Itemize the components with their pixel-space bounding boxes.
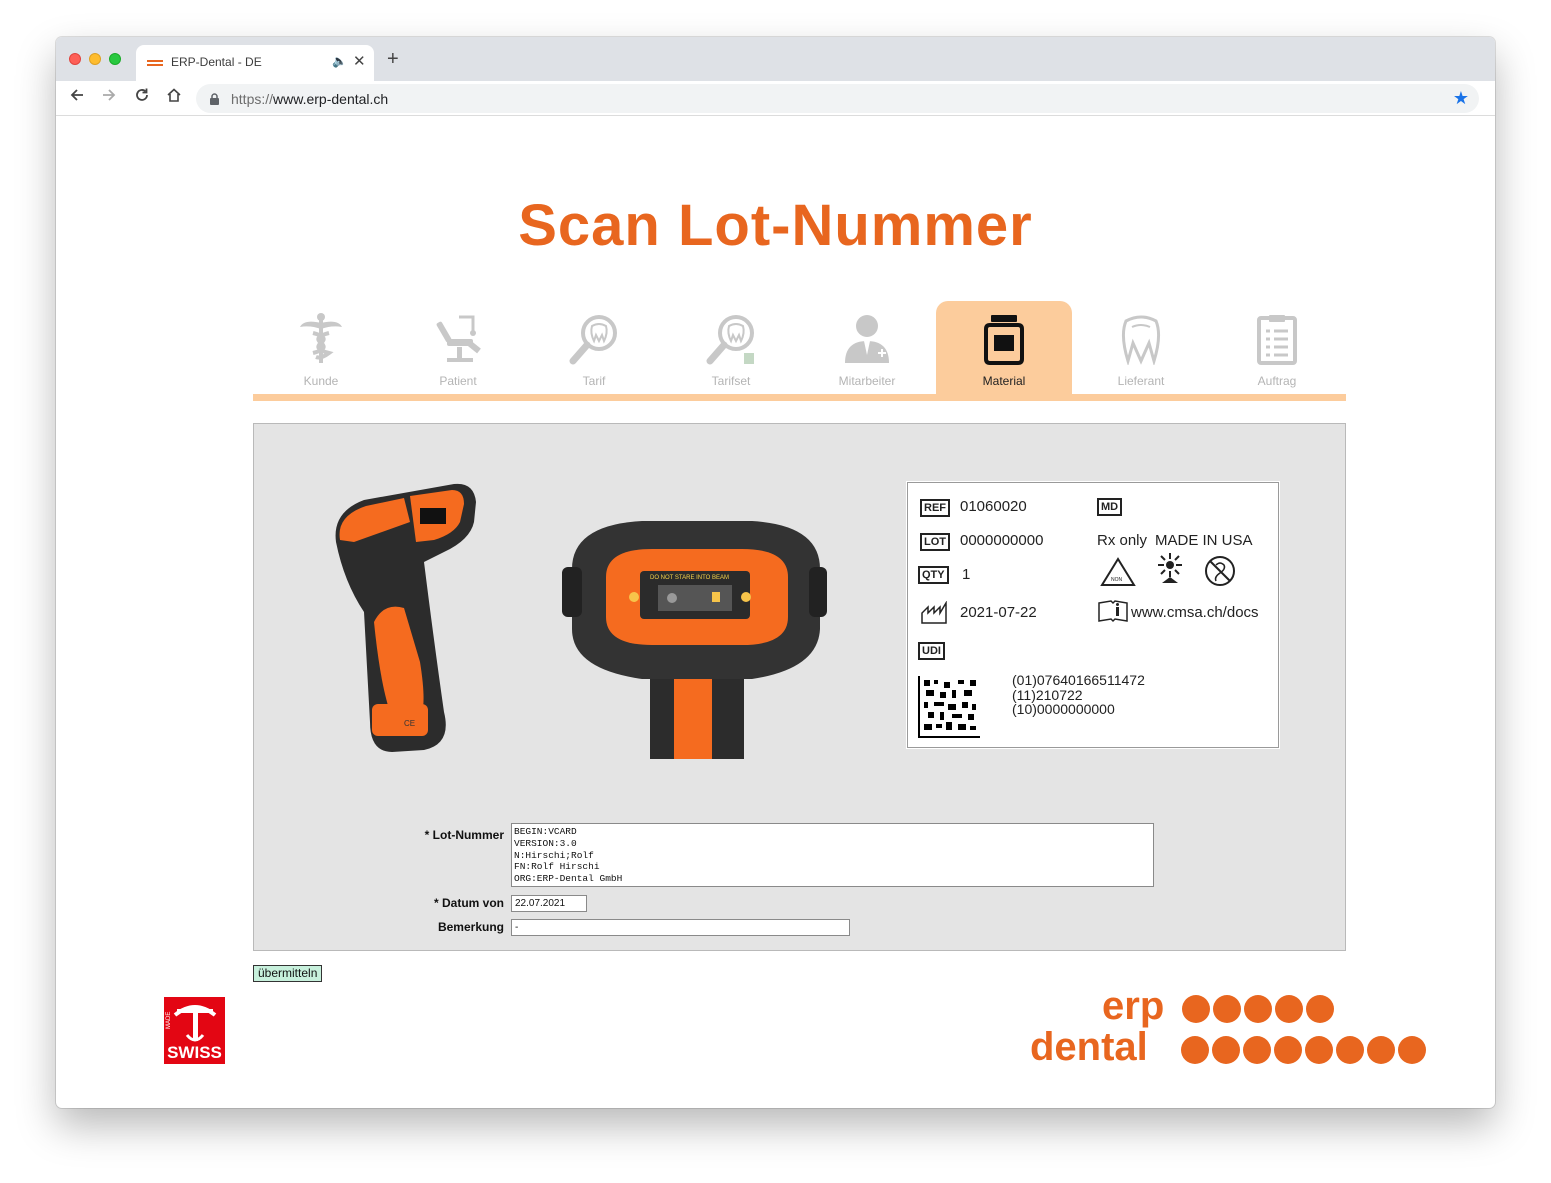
home-icon[interactable]	[166, 87, 182, 106]
date-value: 2021-07-22	[960, 604, 1037, 621]
non-sterile-warning-icon: NON	[1100, 557, 1136, 586]
lot-nummer-textarea[interactable]: BEGIN:VCARD VERSION:3.0 N:Hirschi;Rolf F…	[511, 823, 1154, 887]
udi-line: (01)07640166511472	[1012, 672, 1145, 688]
tab-label: Tarif	[582, 374, 606, 388]
maximize-window-button[interactable]	[109, 53, 121, 65]
tab-kunde[interactable]: Kunde	[253, 301, 389, 397]
datamatrix-code-icon	[918, 676, 980, 738]
brand-dots-row2	[1181, 1036, 1426, 1064]
page-title: Scan Lot-Nummer	[518, 193, 1033, 258]
bookmark-star-icon[interactable]: ★	[1453, 88, 1469, 109]
tab-lieferant[interactable]: Lieferant	[1073, 301, 1209, 397]
speaker-icon[interactable]: 🔈	[332, 54, 347, 68]
tab-tarif[interactable]: Tarif	[526, 301, 662, 397]
docs-url: www.cmsa.ch/docs	[1131, 604, 1259, 621]
brand-dots-row1	[1182, 995, 1334, 1023]
back-arrow-icon[interactable]	[69, 87, 85, 106]
tab-label: Patient	[439, 374, 477, 388]
tab-label: Tarifset	[711, 374, 751, 388]
swiss-made-logo: MADE SWISS	[164, 997, 225, 1064]
qty-symbol: QTY	[918, 566, 949, 584]
keep-away-sunlight-icon	[1158, 553, 1182, 583]
minimize-window-button[interactable]	[89, 53, 101, 65]
md-symbol: MD	[1097, 498, 1123, 516]
bemerkung-input[interactable]: -	[511, 919, 850, 936]
udi-line: (11)210722	[1012, 687, 1083, 703]
tab-label: Mitarbeiter	[838, 374, 896, 388]
tab-mitarbeiter[interactable]: Mitarbeiter	[799, 301, 935, 397]
ref-symbol: REF	[920, 499, 950, 517]
svg-text:CE: CE	[404, 719, 415, 728]
tooth-search-calculator-icon	[706, 315, 754, 365]
manufacture-date-icon	[921, 601, 947, 624]
tab-material[interactable]: Material	[936, 301, 1072, 397]
forward-arrow-icon[interactable]	[101, 87, 117, 106]
rx-only-text: Rx only	[1097, 532, 1148, 549]
tab-underline	[253, 394, 1346, 401]
tab-tarifset[interactable]: Tarifset	[663, 301, 799, 397]
clipboard-icon	[1257, 315, 1297, 365]
page-content: Scan Lot-Nummer Kunde Patient Tarif Tari…	[56, 117, 1495, 1108]
swiss-crossbow-icon	[173, 1005, 217, 1042]
lock-icon	[210, 92, 219, 105]
qty-value: 1	[962, 566, 971, 583]
datum-von-label: * Datum von	[433, 896, 504, 910]
tab-patient[interactable]: Patient	[390, 301, 526, 397]
do-not-reuse-icon	[1205, 556, 1235, 586]
tab-title: ERP-Dental - DE	[171, 55, 262, 69]
tab-auftrag[interactable]: Auftrag	[1209, 301, 1345, 397]
favicon-icon	[147, 60, 163, 66]
consult-instructions-icon	[1098, 600, 1128, 623]
tab-label: Auftrag	[1257, 374, 1297, 388]
url-text: https://www.erp-dental.ch	[231, 91, 389, 107]
reload-icon[interactable]	[134, 87, 150, 106]
tab-bar: ERP-Dental - DE 🔈 ✕ +	[56, 37, 1495, 81]
scan-panel: CE DO NOT STARE INTO BEAM REF 01060020 M…	[253, 423, 1346, 951]
browser-toolbar: https://www.erp-dental.ch ★	[56, 81, 1495, 116]
lot-symbol: LOT	[920, 533, 950, 551]
material-jar-icon	[984, 315, 1024, 365]
new-tab-button[interactable]: +	[387, 49, 399, 69]
made-in-text: MADE IN USA	[1155, 532, 1253, 549]
datum-von-input[interactable]: 22.07.2021	[511, 895, 587, 912]
brand-erp: erp	[1102, 984, 1165, 1028]
caduceus-icon	[300, 313, 342, 363]
swiss-made-text: MADE	[166, 1011, 172, 1029]
ref-value: 01060020	[960, 498, 1027, 515]
svg-text:DO NOT STARE INTO BEAM: DO NOT STARE INTO BEAM	[650, 575, 729, 581]
barcode-scanner-side-image: CE	[335, 483, 476, 752]
browser-tab[interactable]: ERP-Dental - DE 🔈 ✕	[136, 45, 374, 81]
nav-tabs: Kunde Patient Tarif Tarifset Mitarbeiter…	[253, 301, 1346, 401]
bemerkung-label: Bemerkung	[437, 920, 504, 934]
tooth-search-icon	[569, 315, 617, 365]
tooth-outline-icon	[1121, 315, 1161, 365]
address-bar[interactable]: https://www.erp-dental.ch ★	[196, 84, 1479, 113]
udi-symbol: UDI	[918, 642, 945, 660]
browser-window: ERP-Dental - DE 🔈 ✕ + https://www.erp-de…	[56, 37, 1495, 1108]
product-label-card: REF 01060020 MD LOT 0000000000 Rx only M…	[907, 482, 1279, 748]
brand-dental: dental	[1030, 1025, 1148, 1069]
tab-label: Lieferant	[1117, 374, 1165, 388]
barcode-scanner-front-image: DO NOT STARE INTO BEAM	[562, 521, 827, 759]
lot-nummer-label: * Lot-Nummer	[424, 828, 504, 842]
tab-label: Kunde	[303, 374, 339, 388]
close-window-button[interactable]	[69, 53, 81, 65]
svg-text:NON: NON	[1111, 577, 1123, 583]
tab-label: Material	[982, 374, 1026, 388]
udi-line: (10)0000000000	[1012, 701, 1115, 717]
swiss-text: SWISS	[167, 1043, 222, 1062]
close-tab-icon[interactable]: ✕	[353, 52, 366, 70]
submit-button[interactable]: übermitteln	[253, 965, 323, 982]
dental-chair-icon	[436, 315, 481, 362]
staff-person-icon	[845, 315, 889, 363]
lot-value: 0000000000	[960, 532, 1044, 549]
